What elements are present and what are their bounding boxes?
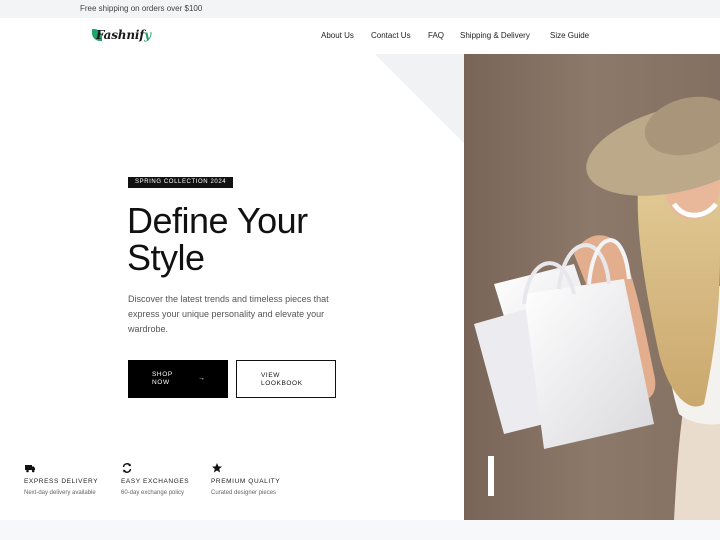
feature-title: EXPRESS DELIVERY [24, 478, 99, 485]
feature-subtitle: Next-day delivery available [24, 490, 96, 496]
decorative-triangle [375, 54, 465, 144]
nav-shipping-delivery[interactable]: Shipping & Delivery [460, 31, 530, 40]
nav-faq[interactable]: FAQ [428, 31, 444, 40]
feature-premium-quality: PREMIUM QUALITY Curated designer pieces [211, 462, 280, 496]
site-header: Fashnify About Us Contact Us FAQ Shippin… [0, 18, 720, 54]
shop-now-label: SHOP NOW [152, 371, 173, 386]
hero-title: Define Your Style [127, 202, 367, 276]
nav-about-us[interactable]: About Us [321, 31, 354, 40]
feature-title: EASY EXCHANGES [121, 478, 190, 485]
announcement-bar: Free shipping on orders over $100 [0, 0, 720, 18]
arrow-right-icon: → [198, 375, 206, 382]
announcement-text: Free shipping on orders over $100 [80, 4, 203, 13]
view-lookbook-label: VIEW LOOKBOOK [261, 372, 303, 387]
brand-logo[interactable]: Fashnify [92, 28, 151, 42]
feature-subtitle: 60-day exchange policy [121, 490, 185, 496]
feature-express-delivery: EXPRESS DELIVERY Next-day delivery avail… [24, 462, 98, 496]
shop-now-button[interactable]: SHOP NOW → [128, 360, 228, 398]
truck-icon [25, 465, 35, 473]
model-photo [464, 54, 720, 520]
logo-main-text: Fashnif [96, 28, 145, 42]
hero-title-line1: Define Your [127, 200, 308, 241]
section-divider [0, 520, 720, 540]
feature-easy-exchanges: EASY EXCHANGES 60-day exchange policy [121, 462, 189, 496]
exchange-icon [122, 463, 132, 473]
collection-badge: SPRING COLLECTION 2024 [128, 177, 234, 188]
nav-contact-us[interactable]: Contact Us [371, 31, 411, 40]
slider-indicator[interactable] [488, 456, 494, 496]
hero-image [464, 54, 720, 520]
nav-size-guide[interactable]: Size Guide [550, 31, 589, 40]
logo-tail-text: y [144, 28, 151, 42]
star-icon [212, 463, 222, 473]
view-lookbook-button[interactable]: VIEW LOOKBOOK [236, 360, 336, 398]
feature-subtitle: Curated designer pieces [211, 490, 277, 496]
feature-title: PREMIUM QUALITY [211, 478, 281, 485]
hero-title-line2: Style [127, 237, 205, 278]
hero-description: Discover the latest trends and timeless … [128, 294, 329, 334]
